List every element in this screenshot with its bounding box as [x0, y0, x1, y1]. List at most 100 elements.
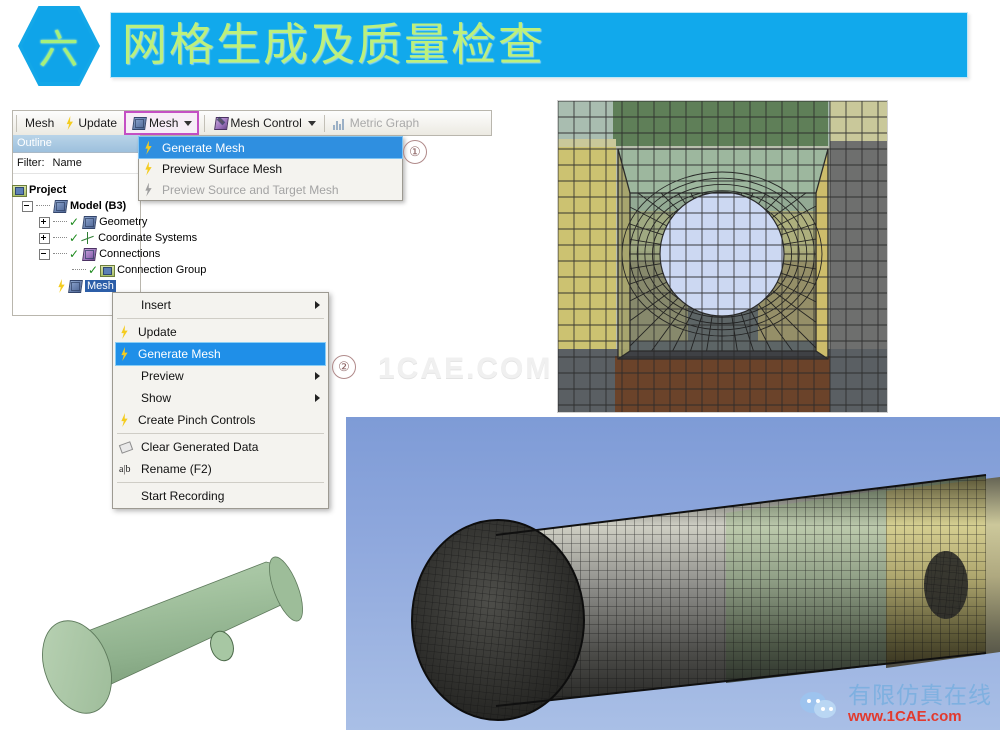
section-number-text: 六 [38, 27, 80, 73]
bolt-icon [143, 141, 154, 155]
context-item-update[interactable]: Update [113, 321, 328, 343]
context-item-label: Update [138, 325, 177, 339]
context-item-label: Insert [141, 298, 172, 312]
mesh-context-menu: Insert Update Generate Mesh Preview Show… [112, 292, 329, 509]
toolbar-metric-graph-button[interactable]: Metric Graph [328, 112, 424, 134]
toolbar-mesh-dropdown-button[interactable]: Mesh [124, 111, 200, 135]
toolbar-separator-3 [323, 114, 325, 132]
tree-item-label: Geometry [99, 216, 148, 228]
toolbar-separator-2 [204, 114, 206, 132]
tree-item-coordinate-systems[interactable]: ✓ Coordinate Systems [12, 230, 342, 246]
context-item-label: Preview [141, 369, 184, 383]
bolt-icon [119, 413, 130, 427]
toolbar-mesh-control-button[interactable]: Mesh Control [208, 112, 320, 134]
mesh-cross-section-graphic [558, 101, 887, 412]
spacer-icon [119, 298, 133, 312]
connections-icon [81, 247, 96, 261]
menu-item-preview-surface-mesh[interactable]: Preview Surface Mesh [139, 158, 402, 179]
context-item-label: Show [141, 391, 172, 405]
toolbar-separator-1 [16, 114, 17, 132]
menu-item-label: Preview Source and Target Mesh [162, 182, 339, 197]
bolt-icon [119, 325, 130, 339]
outline-panel-header: Outline [13, 135, 140, 153]
context-item-label: Rename (F2) [141, 462, 212, 476]
tree-item-label: Connections [99, 248, 161, 260]
step-marker-one: ① [403, 140, 427, 164]
filter-label: Filter: [17, 157, 45, 169]
collapse-expander-icon-2[interactable] [39, 248, 50, 260]
menu-item-label: Preview Surface Mesh [162, 161, 283, 176]
toolbar-update-label: Update [78, 116, 118, 130]
bolt-icon [64, 116, 75, 130]
bolt-icon [143, 162, 154, 176]
context-item-insert[interactable]: Insert [113, 294, 328, 316]
menu-item-preview-source-and-target-mesh: Preview Source and Target Mesh [139, 179, 402, 200]
logo-url-text: www.1CAE.com [848, 708, 962, 725]
tree-item-connections[interactable]: ✓ Connections [12, 246, 342, 262]
submenu-arrow-icon [315, 394, 320, 402]
axes-icon [81, 231, 95, 245]
context-item-show[interactable]: Show [113, 387, 328, 409]
tree-item-label: Project [29, 184, 67, 196]
expand-expander-icon[interactable] [39, 216, 50, 228]
menu-item-generate-mesh[interactable]: Generate Mesh [138, 136, 403, 159]
tree-item-label: Model (B3) [70, 200, 127, 212]
chevron-down-icon [184, 120, 193, 126]
toolbar-mesh-label: Mesh [20, 112, 59, 134]
slide-title-bar: 六 网格生成及质量检查 [0, 0, 1000, 92]
check-icon: ✓ [69, 247, 80, 261]
project-folder-icon [12, 184, 27, 197]
step-marker-two: ② [332, 355, 356, 379]
check-icon: ✓ [88, 263, 99, 277]
context-separator-3 [117, 482, 324, 483]
mesh-icon [67, 279, 82, 293]
context-separator-2 [117, 433, 324, 434]
mesh-control-icon [213, 116, 227, 130]
mesh-toolbar: Mesh Update Mesh Mesh Control Metric Gra… [12, 110, 492, 136]
context-item-create-pinch-controls[interactable]: Create Pinch Controls [113, 409, 328, 431]
toolbar-mesh-text: Mesh [25, 116, 55, 130]
chevron-down-icon-2 [307, 120, 316, 126]
mesh-cube-icon [131, 116, 146, 130]
group-icon [100, 264, 116, 277]
page-title: 网格生成及质量检查 [122, 17, 546, 71]
submenu-arrow-icon [315, 301, 320, 309]
context-item-rename[interactable]: a|b Rename (F2) [113, 458, 328, 480]
context-item-generate-mesh[interactable]: Generate Mesh [115, 342, 326, 366]
mesh-dropdown-menu: Generate Mesh Preview Surface Mesh Previ… [138, 136, 403, 201]
context-separator-1 [117, 318, 324, 319]
tree-connector [36, 205, 50, 207]
tree-item-geometry[interactable]: ✓ Geometry [12, 214, 342, 230]
mesh-cross-section-view [557, 100, 888, 413]
outline-filter-row[interactable]: Filter: Name [13, 153, 140, 174]
bolt-gray-icon [143, 183, 154, 197]
check-icon: ✓ [69, 231, 80, 245]
logo-text-wrap: 有限仿真在线 www.1CAE.com [848, 685, 992, 725]
tree-item-connection-group[interactable]: ✓ Connection Group [12, 262, 342, 278]
context-item-start-recording[interactable]: Start Recording [113, 485, 328, 507]
model-cube-icon [52, 199, 67, 213]
spacer-icon [119, 369, 133, 383]
toolbar-metric-graph-label: Metric Graph [349, 116, 420, 130]
tree-connector [53, 221, 67, 223]
tree-connector [72, 269, 86, 271]
collapse-expander-icon[interactable] [22, 200, 33, 212]
tree-connector [53, 237, 67, 239]
context-item-clear-generated-data[interactable]: Clear Generated Data [113, 436, 328, 458]
filter-value[interactable]: Name [53, 157, 82, 169]
tree-item-label: Connection Group [117, 264, 207, 276]
tree-connector [53, 253, 67, 255]
geometry-preview-view [0, 545, 345, 730]
context-item-label: Start Recording [141, 489, 225, 503]
spacer-icon [119, 391, 133, 405]
center-watermark: 1CAE.COM [378, 352, 553, 385]
green-cylinder-graphic [42, 556, 303, 714]
bolt-icon [56, 279, 67, 293]
toolbar-update-button[interactable]: Update [59, 112, 122, 134]
context-item-preview[interactable]: Preview [113, 365, 328, 387]
expand-expander-icon-2[interactable] [39, 232, 50, 244]
context-item-label: Create Pinch Controls [138, 413, 256, 427]
tree-item-label: Mesh [84, 279, 117, 293]
site-logo-watermark: 有限仿真在线 www.1CAE.com [800, 685, 992, 724]
toolbar-mesh-control-label: Mesh Control [230, 116, 302, 130]
